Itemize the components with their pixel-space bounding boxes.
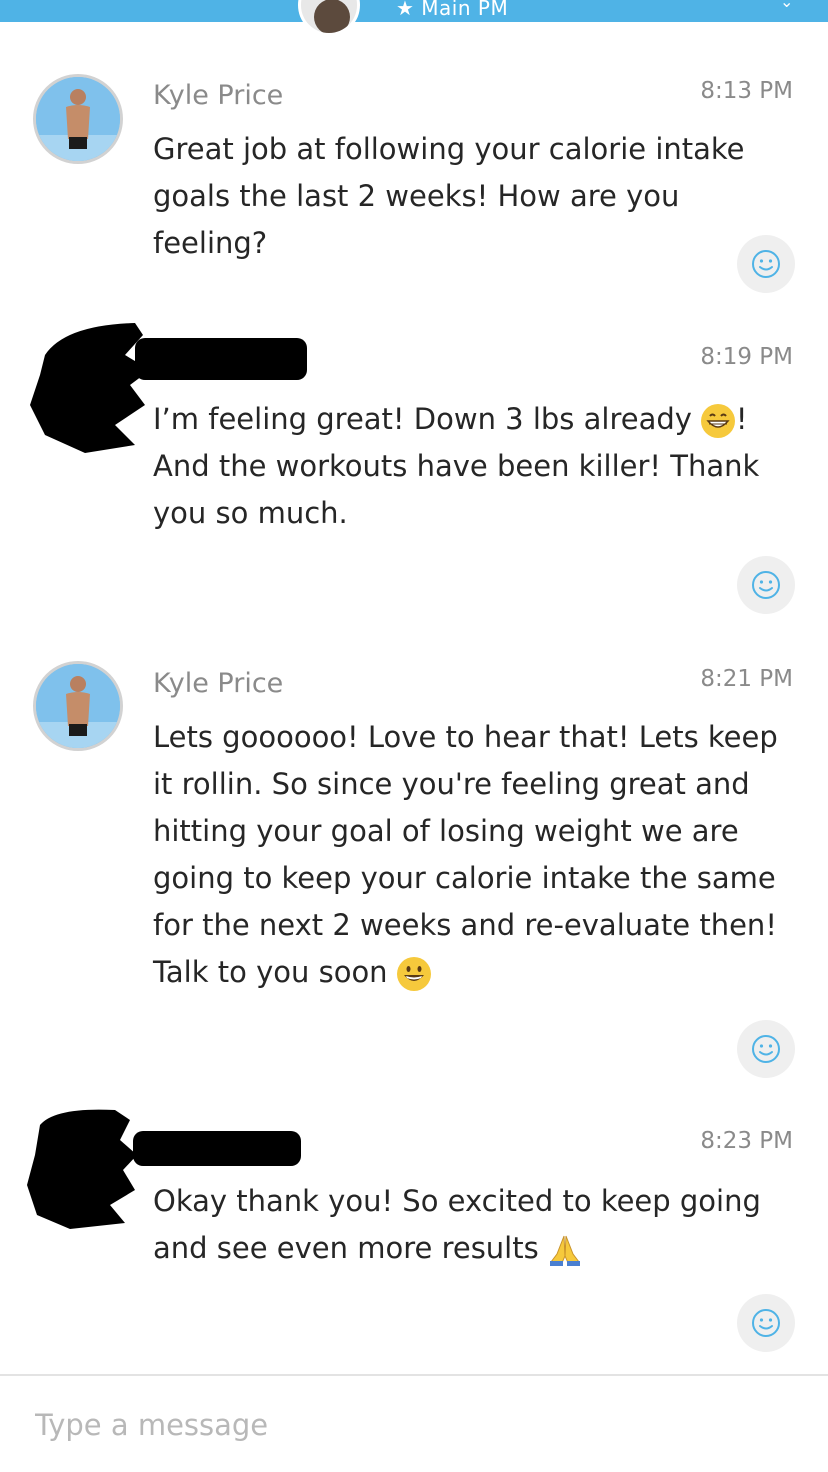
message-time: 8:21 PM xyxy=(700,666,793,692)
avatar-icon xyxy=(301,0,357,33)
profile-photo-icon xyxy=(36,664,120,748)
reaction-button[interactable] xyxy=(737,1020,795,1078)
sender-name: Kyle Price xyxy=(153,80,284,111)
top-bar: ★ Main PM ⌄ xyxy=(0,0,828,36)
smiley-icon xyxy=(752,250,780,278)
redacted-name xyxy=(133,1131,301,1166)
composer-divider xyxy=(0,1374,828,1376)
grinning-face-emoji xyxy=(700,404,735,438)
group-avatar[interactable] xyxy=(298,0,360,36)
message-text: I’m feeling great! Down 3 lbs already ! … xyxy=(153,396,798,537)
smiley-icon xyxy=(752,571,780,599)
reaction-button[interactable] xyxy=(737,1294,795,1352)
chat-title: ★ Main PM xyxy=(396,0,509,20)
reaction-button[interactable] xyxy=(737,556,795,614)
message-text: Great job at following your calorie inta… xyxy=(153,132,745,260)
message-time: 8:19 PM xyxy=(700,344,793,370)
message-time: 8:23 PM xyxy=(700,1128,793,1154)
message-input[interactable] xyxy=(33,1400,797,1450)
message-text-part: Okay thank you! So excited to keep going… xyxy=(153,1184,761,1265)
message-text: Lets goooooo! Love to hear that! Lets ke… xyxy=(153,714,798,996)
praying-hands-emoji xyxy=(549,1235,580,1266)
avatar[interactable] xyxy=(33,74,123,164)
message-time: 8:13 PM xyxy=(700,78,793,104)
redacted-avatar xyxy=(27,1109,137,1229)
smiling-face-emoji xyxy=(396,957,431,991)
reaction-button[interactable] xyxy=(737,235,795,293)
redacted-name xyxy=(135,338,307,380)
message-text-part: I’m feeling great! Down 3 lbs already xyxy=(153,402,692,436)
redacted-avatar xyxy=(30,323,150,453)
header-menu-icon[interactable]: ⌄ xyxy=(780,0,793,11)
smiley-icon xyxy=(752,1035,780,1063)
avatar[interactable] xyxy=(33,661,123,751)
profile-photo-icon xyxy=(36,77,120,161)
message-text: Okay thank you! So excited to keep going… xyxy=(153,1178,798,1272)
smiley-icon xyxy=(752,1309,780,1337)
message-text-part: Lets goooooo! Love to hear that! Lets ke… xyxy=(153,720,778,989)
sender-name: Kyle Price xyxy=(153,668,284,699)
